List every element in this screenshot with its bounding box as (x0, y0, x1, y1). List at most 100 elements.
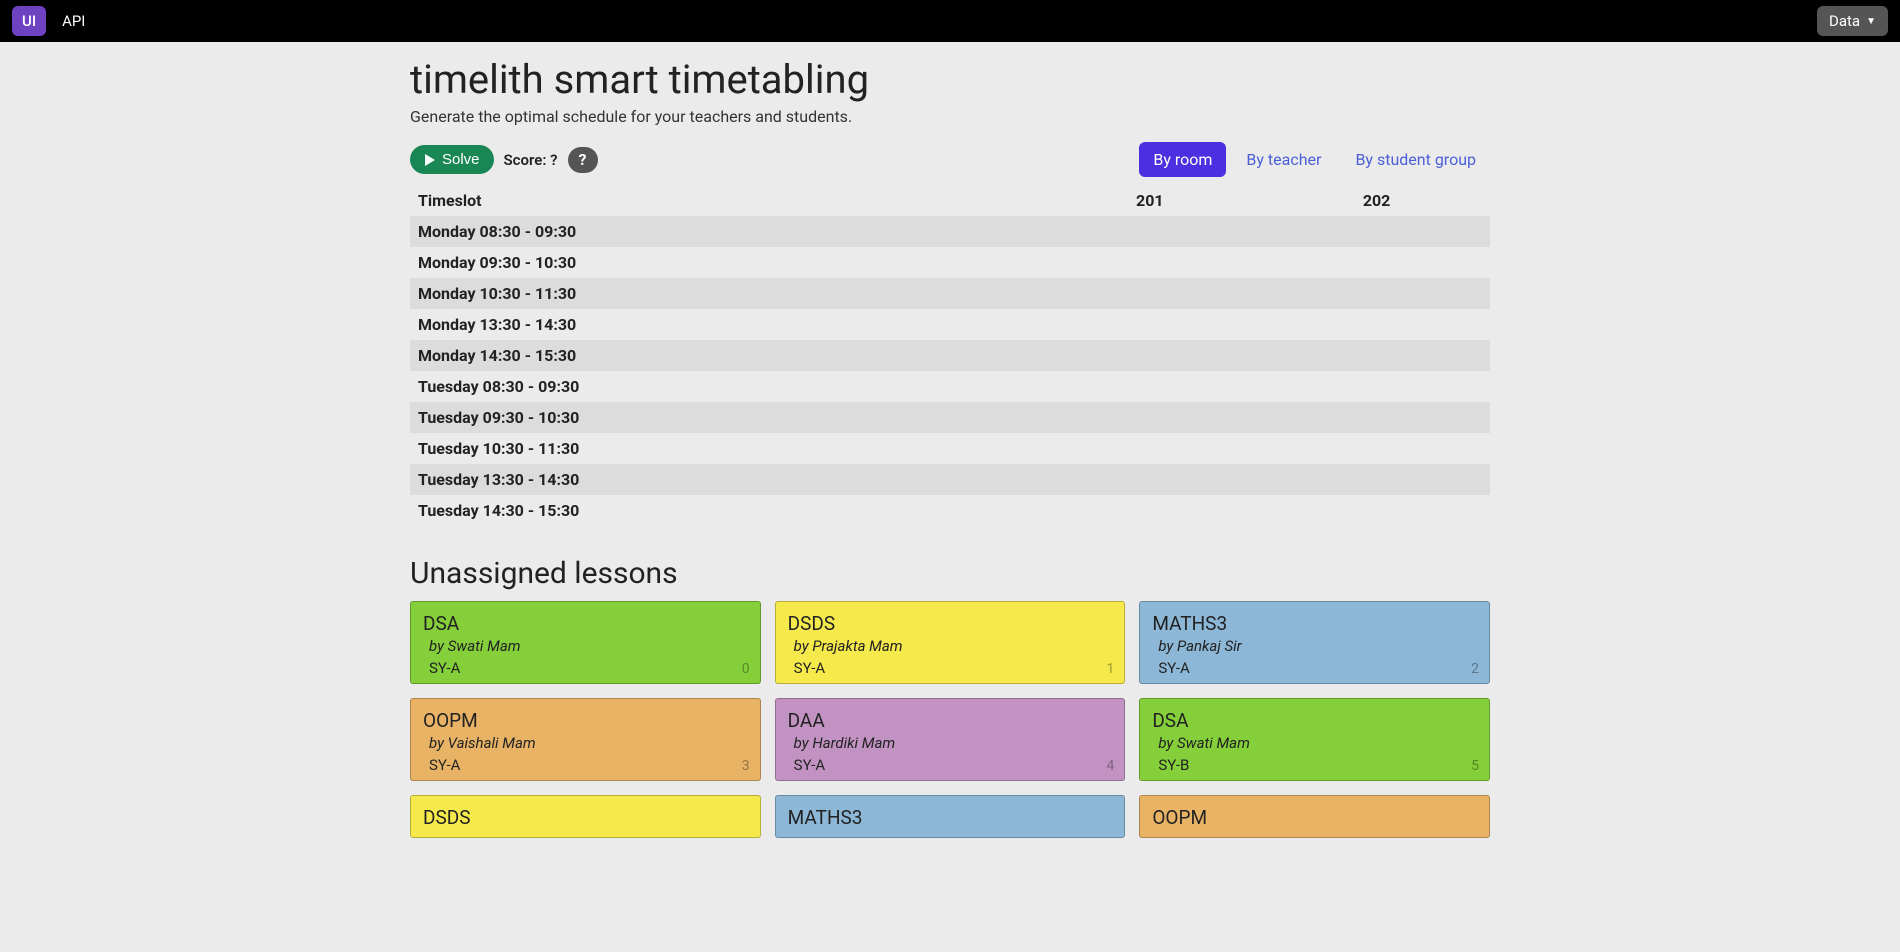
lesson-teacher: by Prajakta Mam (794, 637, 1113, 655)
navbar: UI API Data ▼ (0, 0, 1900, 42)
nav-data-dropdown[interactable]: Data ▼ (1817, 6, 1888, 36)
timeslot-label: Monday 10:30 - 11:30 (410, 278, 1036, 309)
timetable-cell[interactable] (1036, 278, 1263, 309)
timetable-row: Monday 08:30 - 09:30 (410, 216, 1490, 247)
lesson-id: 3 (742, 758, 750, 774)
chevron-down-icon: ▼ (1866, 16, 1876, 27)
lesson-card[interactable]: DSAby Swati MamSY-A0 (410, 601, 761, 684)
view-tabs: By room By teacher By student group (1139, 142, 1490, 177)
lesson-group: SY-A (1158, 659, 1477, 677)
timetable-cell[interactable] (1263, 247, 1490, 278)
nav-ui-link[interactable]: UI (12, 6, 46, 36)
timeslot-label: Monday 09:30 - 10:30 (410, 247, 1036, 278)
tab-by-student-group[interactable]: By student group (1341, 142, 1490, 177)
timetable-cell[interactable] (1263, 278, 1490, 309)
timeslot-label: Tuesday 08:30 - 09:30 (410, 371, 1036, 402)
controls-left: Solve Score: ? ? (410, 145, 598, 174)
timetable-cell[interactable] (1036, 402, 1263, 433)
tab-by-teacher[interactable]: By teacher (1232, 142, 1335, 177)
lesson-subject: DSDS (788, 612, 1113, 635)
timetable-cell[interactable] (1263, 340, 1490, 371)
lesson-teacher: by Vaishali Mam (429, 734, 748, 752)
lesson-group: SY-A (794, 756, 1113, 774)
timeslot-label: Monday 13:30 - 14:30 (410, 309, 1036, 340)
timetable-cell[interactable] (1263, 371, 1490, 402)
page-title: timelith smart timetabling (410, 56, 1490, 103)
timetable-cell[interactable] (1263, 464, 1490, 495)
lesson-teacher: by Swati Mam (429, 637, 748, 655)
lesson-card[interactable]: DSDS (410, 795, 761, 838)
lesson-card[interactable]: MATHS3 (775, 795, 1126, 838)
lesson-subject: MATHS3 (788, 806, 1113, 829)
lesson-card[interactable]: MATHS3 by Pankaj Sir SY-A2 (1139, 601, 1490, 684)
lesson-card[interactable]: OOPM by Vaishali Mam SY-A3 (410, 698, 761, 781)
lesson-teacher: by Swati Mam (1158, 734, 1477, 752)
lesson-subject: DSA (1152, 709, 1477, 732)
navbar-left: UI API (12, 6, 85, 36)
lesson-card[interactable]: DSDS by Prajakta Mam SY-A1 (775, 601, 1126, 684)
lesson-id: 1 (1106, 661, 1114, 677)
timetable-cell[interactable] (1036, 495, 1263, 526)
lesson-id: 2 (1471, 661, 1479, 677)
timetable-row: Monday 10:30 - 11:30 (410, 278, 1490, 309)
timetable-cell[interactable] (1263, 309, 1490, 340)
timetable-row: Monday 09:30 - 10:30 (410, 247, 1490, 278)
lesson-id: 5 (1471, 758, 1479, 774)
room-header-201: 201 (1036, 185, 1263, 216)
lesson-id: 4 (1106, 758, 1114, 774)
timetable-row: Tuesday 14:30 - 15:30 (410, 495, 1490, 526)
timeslot-label: Monday 14:30 - 15:30 (410, 340, 1036, 371)
timeslot-header: Timeslot (410, 185, 1036, 216)
lesson-subject: OOPM (1152, 806, 1477, 829)
solve-button[interactable]: Solve (410, 145, 494, 174)
unassigned-title: Unassigned lessons (410, 556, 1490, 591)
lesson-group: SY-A (794, 659, 1113, 677)
help-button[interactable]: ? (568, 147, 598, 173)
lessons-grid: DSA by Swati Mam SY-A 0 DSDS by Prajakta Mam S… (410, 601, 1490, 838)
timeslot-label: Tuesday 14:30 - 15:30 (410, 495, 1036, 526)
nav-data-label: Data (1829, 12, 1860, 30)
timeslot-label: Monday 08:30 - 09:30 (410, 216, 1036, 247)
lesson-group: SY-B (1158, 756, 1477, 774)
score-label: Score: ? (504, 151, 558, 169)
timetable-cell[interactable] (1036, 340, 1263, 371)
timetable-header-row: Timeslot 201 202 (410, 185, 1490, 216)
lesson-card[interactable]: DSA by Swati Mam SY-B5 (1139, 698, 1490, 781)
main-container: timelith smart timetabling Generate the … (410, 42, 1490, 878)
timetable-cell[interactable] (1036, 371, 1263, 402)
timeslot-label: Tuesday 13:30 - 14:30 (410, 464, 1036, 495)
timetable-cell[interactable] (1263, 495, 1490, 526)
timetable-cell[interactable] (1263, 402, 1490, 433)
timetable-row: Tuesday 09:30 - 10:30 (410, 402, 1490, 433)
timetable: Timeslot 201 202 Monday 08:30 - 09:30Mon… (410, 185, 1490, 526)
timetable-row: Monday 13:30 - 14:30 (410, 309, 1490, 340)
lesson-subject: DSDS (423, 806, 748, 829)
nav-api-link[interactable]: API (62, 12, 85, 30)
timetable-cell[interactable] (1036, 216, 1263, 247)
timetable-cell[interactable] (1036, 433, 1263, 464)
timetable-cell[interactable] (1263, 433, 1490, 464)
lesson-subject: OOPM (423, 709, 748, 732)
lesson-teacher: by Pankaj Sir (1158, 637, 1477, 655)
lesson-card[interactable]: OOPM (1139, 795, 1490, 838)
play-icon (424, 154, 436, 166)
tab-by-room[interactable]: By room (1139, 142, 1226, 177)
controls-row: Solve Score: ? ? By room By teacher By s… (410, 142, 1490, 177)
solve-button-label: Solve (442, 151, 480, 168)
timetable-cell[interactable] (1263, 216, 1490, 247)
timetable-cell[interactable] (1036, 247, 1263, 278)
lesson-teacher: by Hardiki Mam (794, 734, 1113, 752)
lesson-card[interactable]: DAAby Hardiki MamSY-A4 (775, 698, 1126, 781)
timetable-row: Monday 14:30 - 15:30 (410, 340, 1490, 371)
timetable-row: Tuesday 13:30 - 14:30 (410, 464, 1490, 495)
timeslot-label: Tuesday 10:30 - 11:30 (410, 433, 1036, 464)
lesson-subject: MATHS3 (1152, 612, 1477, 635)
lesson-group: SY-A (429, 756, 748, 774)
timetable-cell[interactable] (1036, 309, 1263, 340)
timetable-cell[interactable] (1036, 464, 1263, 495)
lesson-id: 0 (742, 661, 750, 677)
room-header-202: 202 (1263, 185, 1490, 216)
timeslot-label: Tuesday 09:30 - 10:30 (410, 402, 1036, 433)
timetable-row: Tuesday 10:30 - 11:30 (410, 433, 1490, 464)
lesson-subject: DSA (423, 612, 748, 635)
